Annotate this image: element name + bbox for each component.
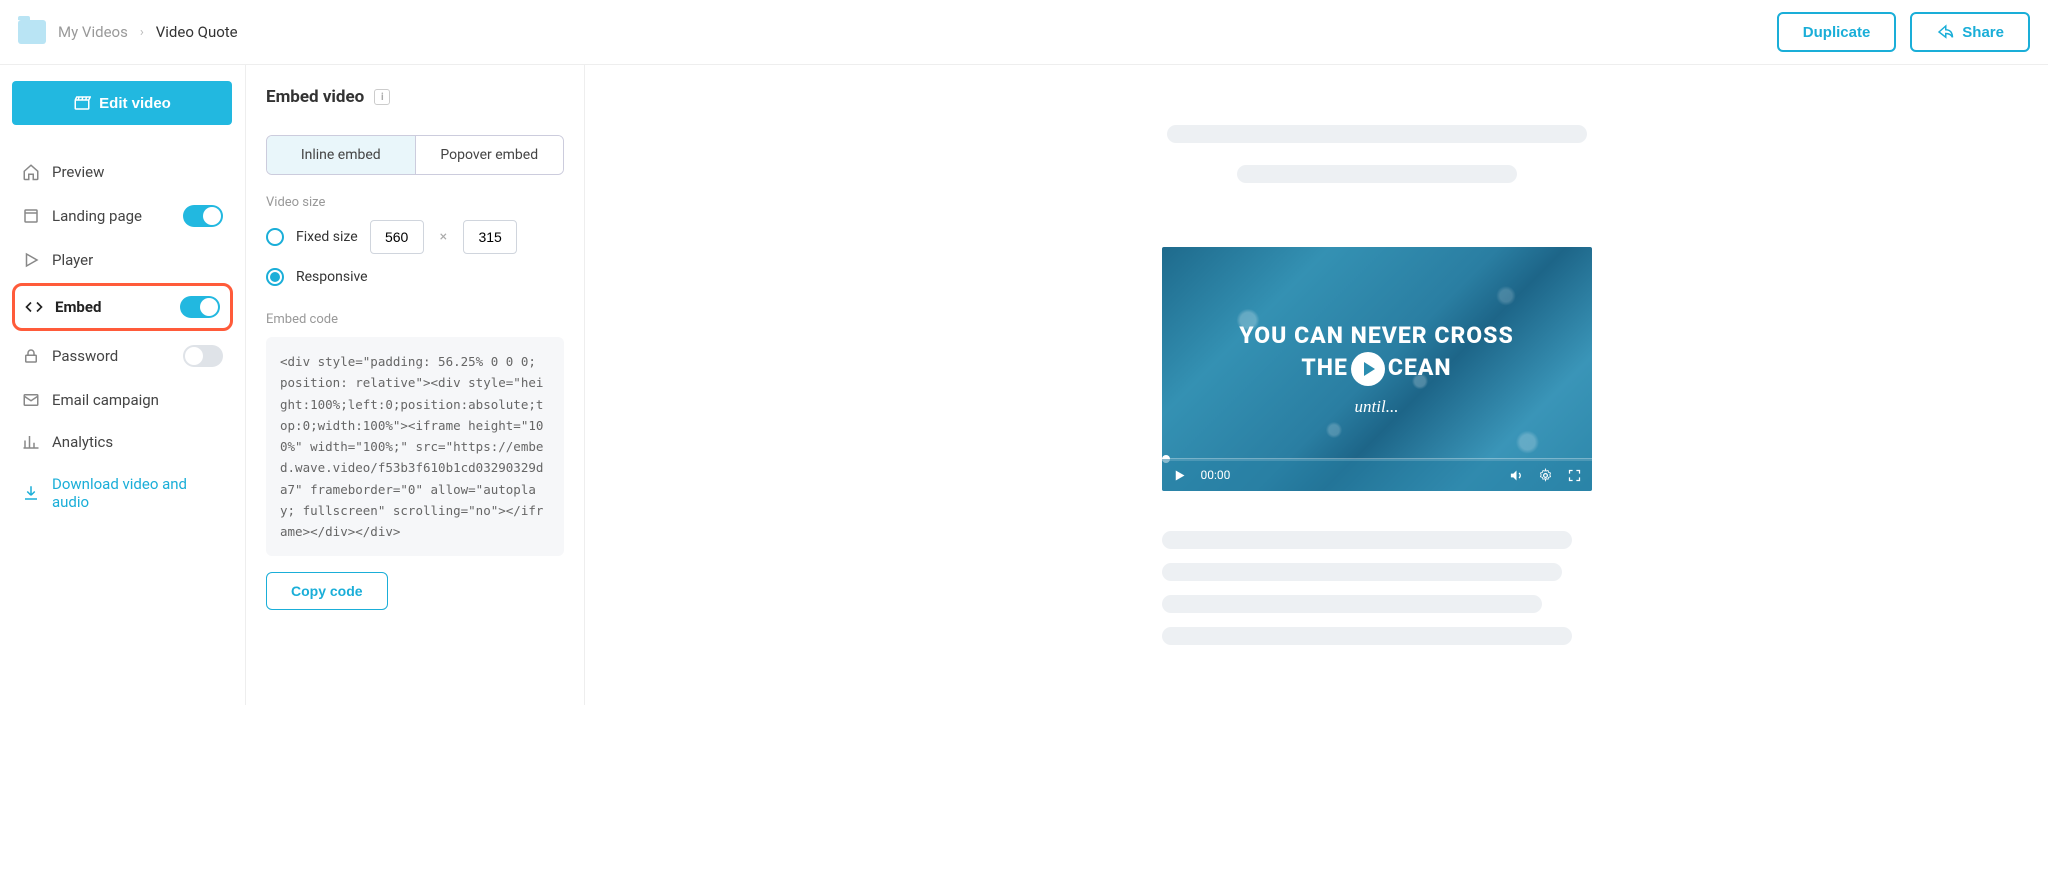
sidebar: Edit video Preview Landing page Player E…: [0, 65, 245, 705]
nav-label: Landing page: [52, 207, 142, 225]
video-size-label: Video size: [266, 195, 564, 210]
folder-icon[interactable]: [18, 20, 46, 44]
play-icon: [22, 251, 40, 269]
tab-inline-embed[interactable]: Inline embed: [267, 136, 416, 174]
video-player[interactable]: YOU CAN NEVER CROSS THE CEAN until... 00…: [1162, 247, 1592, 491]
lock-icon: [22, 347, 40, 365]
panel-title: Embed video i: [266, 87, 564, 107]
embed-code-block[interactable]: <div style="padding: 56.25% 0 0 0; posit…: [266, 337, 564, 556]
volume-icon[interactable]: [1509, 468, 1524, 483]
embed-toggle[interactable]: [180, 296, 220, 318]
video-overlay-subtitle: until...: [1355, 397, 1399, 417]
breadcrumb: My Videos › Video Quote: [18, 20, 238, 44]
breadcrumb-parent[interactable]: My Videos: [58, 23, 128, 41]
skeleton-line: [1162, 531, 1572, 549]
play-control-icon[interactable]: [1172, 468, 1187, 483]
sidebar-item-email-campaign[interactable]: Email campaign: [12, 379, 233, 421]
nav-label: Player: [52, 251, 93, 269]
skeleton-line: [1162, 595, 1542, 613]
sidebar-item-embed[interactable]: Embed: [12, 283, 233, 331]
chart-icon: [22, 433, 40, 451]
info-icon[interactable]: i: [374, 89, 390, 105]
video-time: 00:00: [1201, 468, 1231, 482]
top-actions: Duplicate Share: [1777, 12, 2030, 52]
nav-label: Download video and audio: [52, 475, 223, 511]
nav-label: Email campaign: [52, 391, 159, 409]
skeleton-line: [1162, 627, 1572, 645]
fixed-size-radio[interactable]: [266, 228, 284, 246]
video-overlay-text-1: YOU CAN NEVER CROSS: [1239, 322, 1513, 349]
gear-icon[interactable]: [1538, 468, 1553, 483]
code-icon: [25, 298, 43, 316]
topbar: My Videos › Video Quote Duplicate Share: [0, 0, 2048, 65]
play-button[interactable]: [1351, 352, 1385, 386]
embed-panel: Embed video i Inline embed Popover embed…: [245, 65, 585, 705]
sidebar-item-analytics[interactable]: Analytics: [12, 421, 233, 463]
duplicate-button[interactable]: Duplicate: [1777, 12, 1897, 52]
page-icon: [22, 207, 40, 225]
home-icon: [22, 163, 40, 181]
video-controls: 00:00: [1162, 459, 1592, 491]
nav-label: Password: [52, 347, 118, 365]
breadcrumb-current: Video Quote: [156, 23, 238, 41]
chevron-right-icon: ›: [140, 25, 144, 40]
height-input[interactable]: [463, 220, 517, 254]
sidebar-item-preview[interactable]: Preview: [12, 151, 233, 193]
tab-popover-embed[interactable]: Popover embed: [416, 136, 564, 174]
share-icon: [1936, 23, 1954, 41]
sidebar-item-player[interactable]: Player: [12, 239, 233, 281]
skeleton-line: [1167, 125, 1587, 143]
nav-label: Preview: [52, 163, 104, 181]
landing-page-toggle[interactable]: [183, 205, 223, 227]
responsive-radio[interactable]: [266, 268, 284, 286]
embed-type-tabs: Inline embed Popover embed: [266, 135, 564, 175]
copy-code-button[interactable]: Copy code: [266, 572, 388, 610]
mail-icon: [22, 391, 40, 409]
fixed-size-label: Fixed size: [296, 229, 358, 245]
sidebar-item-download[interactable]: Download video and audio: [12, 463, 233, 523]
responsive-row: Responsive: [266, 268, 564, 286]
skeleton-line: [1237, 165, 1517, 183]
edit-video-button[interactable]: Edit video: [12, 81, 232, 125]
fixed-size-row: Fixed size ×: [266, 220, 564, 254]
video-overlay-text-2: THE CEAN: [1301, 351, 1451, 385]
sidebar-item-password[interactable]: Password: [12, 333, 233, 379]
nav-label: Embed: [55, 298, 101, 316]
dimension-separator: ×: [436, 229, 451, 245]
width-input[interactable]: [370, 220, 424, 254]
embed-code-label: Embed code: [266, 312, 564, 327]
clapper-icon: [73, 94, 91, 112]
sidebar-item-landing-page[interactable]: Landing page: [12, 193, 233, 239]
skeleton-line: [1162, 563, 1562, 581]
preview-area: YOU CAN NEVER CROSS THE CEAN until... 00…: [585, 65, 2048, 705]
download-icon: [22, 484, 40, 502]
main-layout: Edit video Preview Landing page Player E…: [0, 65, 2048, 705]
responsive-label: Responsive: [296, 269, 368, 285]
skeleton-group: [1162, 531, 1592, 645]
share-button[interactable]: Share: [1910, 12, 2030, 52]
fullscreen-icon[interactable]: [1567, 468, 1582, 483]
nav-label: Analytics: [52, 433, 113, 451]
password-toggle[interactable]: [183, 345, 223, 367]
